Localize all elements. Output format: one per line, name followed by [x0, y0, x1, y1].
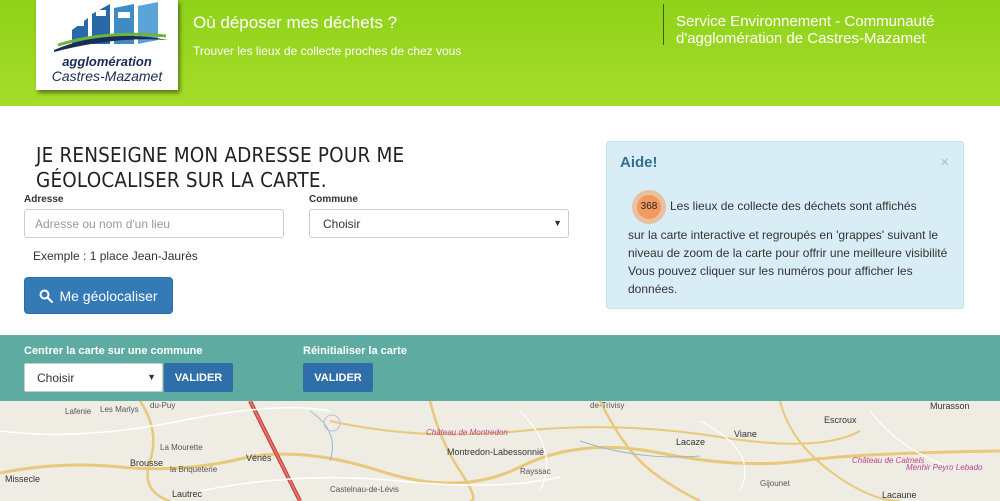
map-label: Escroux	[824, 415, 857, 425]
help-title: Aide!	[620, 154, 658, 171]
caret-down-icon: ▼	[147, 372, 156, 382]
help-panel: Aide! × 368 Les lieux de collecte des dé…	[606, 141, 964, 309]
commune-select-value: Choisir	[323, 217, 361, 231]
map-label: Murasson	[930, 401, 970, 411]
logo-text-agglomeration: agglomération	[62, 54, 152, 69]
map-label: Rayssac	[520, 467, 551, 476]
cluster-marker-example: 368	[632, 190, 666, 224]
map-controls-bar: Centrer la carte sur une commune Choisir…	[0, 335, 1000, 401]
center-commune-select[interactable]: Choisir ▼	[24, 363, 163, 392]
geolocate-button[interactable]: Me géolocaliser	[24, 277, 173, 314]
help-text-first-line: Les lieux de collecte des déchets sont a…	[670, 199, 917, 213]
logo[interactable]: agglomération Castres-Mazamet	[36, 0, 178, 90]
logo-text-castres-mazamet: Castres-Mazamet	[51, 68, 163, 84]
form-title: JE RENSEIGNE MON ADRESSE POUR ME GÉOLOCA…	[36, 143, 405, 192]
center-commune-select-value: Choisir	[37, 371, 75, 385]
map-label: Les Marlys	[100, 405, 139, 414]
close-icon[interactable]: ×	[940, 154, 949, 172]
commune-select[interactable]: Choisir ▼	[309, 209, 569, 238]
map-label: Lautrec	[172, 489, 203, 499]
map-label: Castelnau-de-Lévis	[330, 485, 399, 494]
search-icon	[39, 289, 54, 303]
logo-graphic-icon	[54, 2, 168, 52]
header-title: Où déposer mes déchets ?	[193, 13, 398, 32]
map-label: Montredon-Labessonnié	[447, 447, 545, 457]
map-label: Viane	[734, 429, 757, 439]
caret-down-icon: ▼	[553, 218, 562, 228]
interactive-map[interactable]: du-Puy Les Marlys Lafenie La Mourette Br…	[0, 401, 1000, 501]
map-label: Menhir Peyro Lebado	[906, 463, 983, 472]
header-divider	[663, 4, 664, 45]
help-text: sur la carte interactive et regroupés en…	[628, 228, 948, 296]
map-label: Vénès	[246, 453, 272, 463]
service-name: Service Environnement - Communauté d'agg…	[676, 13, 976, 47]
center-map-label: Centrer la carte sur une commune	[24, 345, 203, 357]
map-label: Gijounet	[760, 479, 790, 488]
center-validate-button[interactable]: VALIDER	[164, 363, 233, 392]
service-name-line2: d'agglomération de Castres-Mazamet	[676, 30, 926, 47]
reset-validate-button[interactable]: VALIDER	[303, 363, 373, 392]
map-label: Lafenie	[65, 407, 92, 416]
address-example: Exemple : 1 place Jean-Jaurès	[33, 249, 198, 263]
map-label: de-Trivisy	[590, 401, 625, 410]
address-input[interactable]	[24, 209, 284, 238]
map-label: Château de Montredon	[426, 428, 508, 437]
cluster-count: 368	[637, 195, 661, 219]
service-name-line1: Service Environnement - Communauté	[676, 13, 935, 30]
map-label: La Mourette	[160, 443, 203, 452]
commune-label: Commune	[309, 194, 358, 205]
map-label: du-Puy	[150, 401, 176, 410]
map-label: Lacaune	[882, 490, 917, 500]
header-subtitle: Trouver les lieux de collecte proches de…	[193, 44, 462, 58]
map-label: Missecle	[5, 474, 41, 484]
map-label: la Briqueterie	[170, 465, 218, 474]
address-label: Adresse	[24, 194, 64, 205]
header: agglomération Castres-Mazamet Où déposer…	[0, 0, 1000, 106]
map-label: Lacaze	[676, 437, 706, 447]
reset-map-label: Réinitialiser la carte	[303, 345, 407, 357]
map-label: Brousse	[130, 458, 164, 468]
geolocate-button-label: Me géolocaliser	[59, 287, 158, 304]
